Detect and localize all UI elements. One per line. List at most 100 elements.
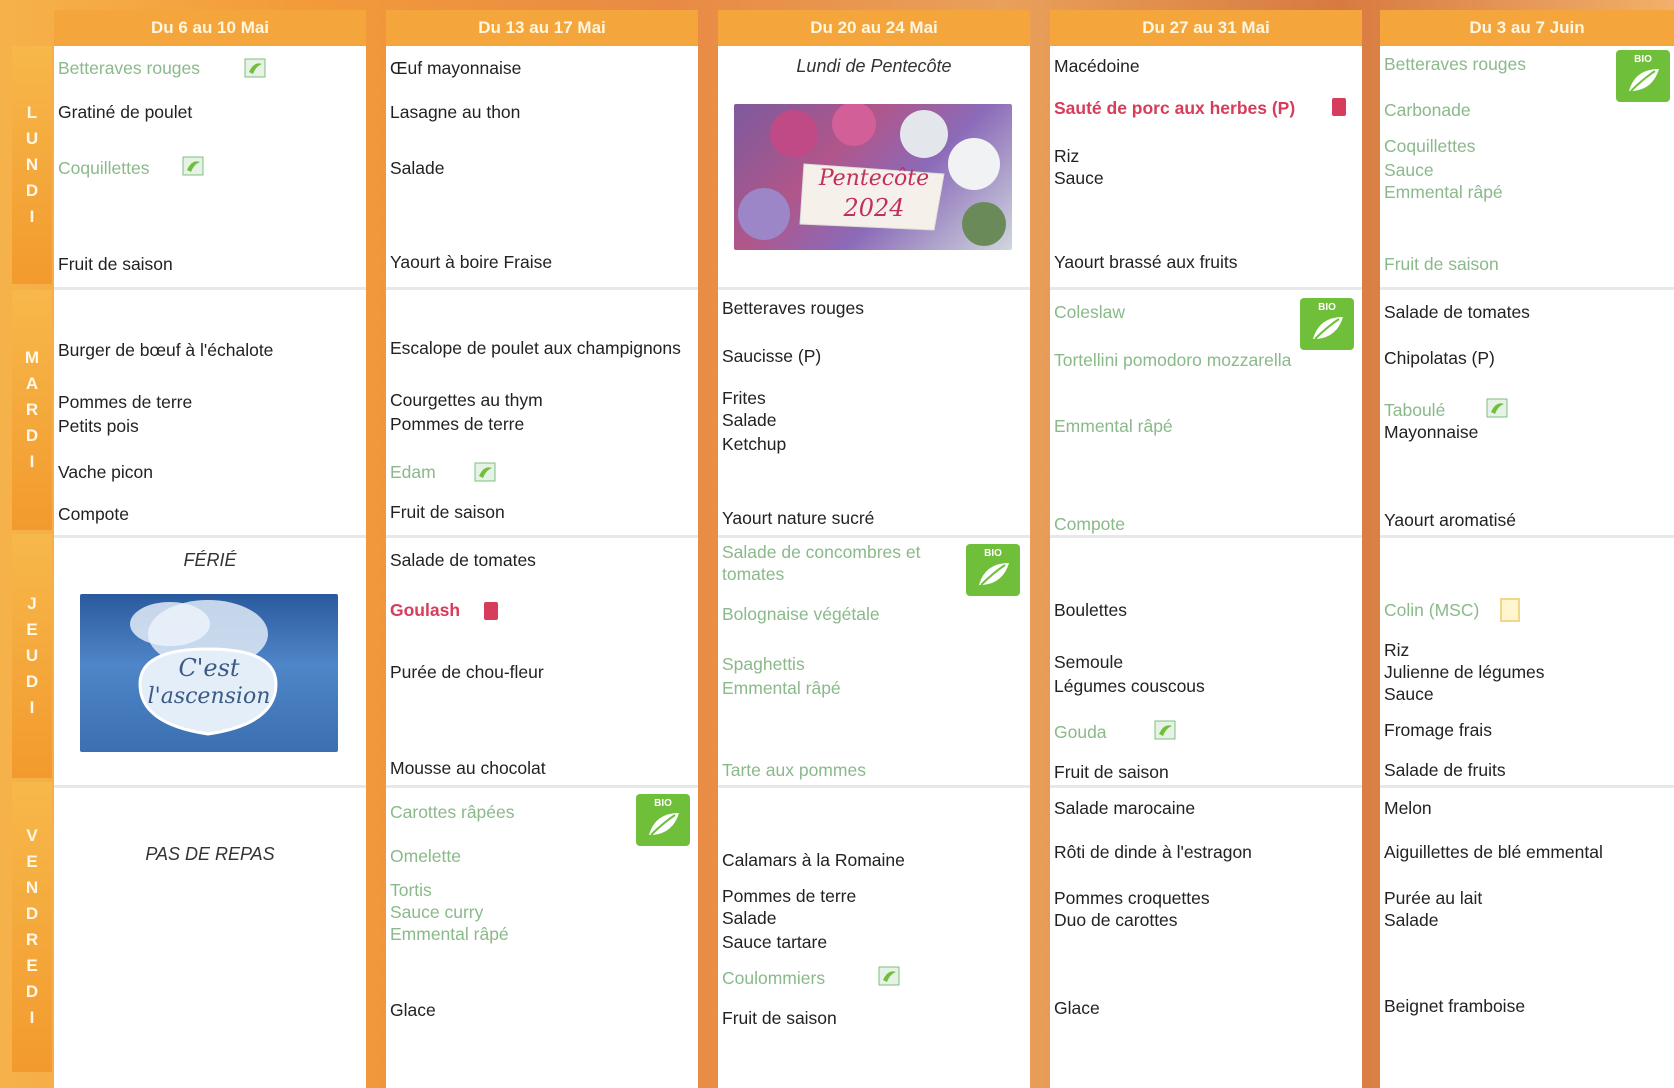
menu-item: Taboulé [1384, 400, 1446, 420]
menu-item: Compote [58, 504, 130, 524]
bio-badge: BIO [966, 544, 1020, 596]
menu-item: Pommes de terre [58, 392, 193, 412]
cell-mardi: Salade de tomates Chipolatas (P) Taboulé… [1380, 290, 1674, 538]
menu-item: Sauce curry [390, 902, 484, 922]
day-bar-lundi: LUNDI [12, 46, 52, 284]
pork-icon [484, 602, 498, 620]
menu-item: Pommes croquettes [1054, 888, 1210, 908]
menu-item: Boulettes [1054, 600, 1127, 620]
menu-item: Glace [1054, 998, 1100, 1018]
day-bar-mardi: MARDI [12, 290, 52, 530]
menu-item: Tarte aux pommes [722, 760, 866, 780]
menu-item: Betteraves rouges [1384, 54, 1527, 74]
menu-item-pork: Sauté de porc aux herbes (P) [1054, 98, 1296, 118]
menu-item: Pommes de terre [390, 414, 525, 434]
menu-item: Riz [1384, 640, 1410, 660]
menu-item: Gratiné de poulet [58, 102, 193, 122]
cell-mardi: Coleslaw BIO Tortellini pomodoro mozzare… [1050, 290, 1362, 538]
day-letter: L [26, 103, 38, 122]
day-letter: U [25, 129, 39, 148]
menu-item: Mousse au chocolat [390, 758, 546, 778]
pentecote-photo: Pentecôte 2024 [734, 104, 1012, 250]
local-leaf-icon [1486, 398, 1508, 423]
menu-item: Lasagne au thon [390, 102, 521, 122]
week-header: Du 20 au 24 Mai [718, 10, 1030, 46]
cell-mardi: Escalope de poulet aux champignons Courg… [386, 290, 698, 538]
day-letter: D [25, 672, 39, 691]
day-letter: N [25, 155, 39, 174]
menu-item: Ketchup [722, 434, 787, 454]
day-letter: U [25, 646, 39, 665]
day-letter: I [29, 1008, 35, 1027]
day-letter: D [25, 181, 39, 200]
week-column-2: Du 13 au 17 Mai Œuf mayonnaise Lasagne a… [386, 10, 698, 1088]
cell-jeudi: Salade de concombres et tomates BIO Bolo… [718, 538, 1030, 788]
menu-item: Fruit de saison [722, 1008, 837, 1028]
day-letter: E [26, 956, 38, 975]
menu-item: Fruit de saison [58, 254, 173, 274]
menu-item: Aiguillettes de blé emmental [1384, 842, 1603, 862]
menu-item: Edam [390, 462, 436, 482]
menu-item: Sauce [1054, 168, 1104, 188]
local-leaf-icon [182, 156, 204, 181]
school-lunch-menu: LUNDI MARDI JEUDI VENDREDI Du 6 au 10 Ma… [0, 0, 1674, 1088]
day-letter: A [25, 374, 39, 393]
cell-vendredi: Melon Aiguillettes de blé emmental Purée… [1380, 788, 1674, 1088]
cell-lundi: Œuf mayonnaise Lasagne au thon Salade Ya… [386, 46, 698, 290]
week-column-5: Du 3 au 7 Juin Betteraves rouges BIO Car… [1380, 10, 1674, 1088]
holiday-label: Lundi de Pentecôte [796, 56, 952, 76]
menu-item: Petits pois [58, 416, 139, 436]
menu-item: Salade de fruits [1384, 760, 1506, 780]
local-leaf-icon [878, 966, 900, 991]
pentecote-line-2: 2024 [843, 194, 905, 222]
day-letters: VENDREDI [26, 823, 38, 1031]
day-letters: JEUDI [26, 591, 38, 721]
menu-item: Riz [1054, 146, 1080, 166]
menu-item: Julienne de légumes [1384, 662, 1545, 682]
menu-item: Salade [1384, 910, 1439, 930]
ascension-line-1: C'est [178, 654, 240, 682]
pork-icon [1332, 98, 1346, 116]
menu-item: Fromage frais [1384, 720, 1492, 740]
menu-item: Emmental râpé [722, 678, 841, 698]
menu-item: Œuf mayonnaise [390, 58, 522, 78]
menu-item: Chipolatas (P) [1384, 348, 1495, 368]
day-letter: E [26, 620, 38, 639]
day-letter: D [25, 982, 39, 1001]
menu-item: Compote [1054, 514, 1126, 534]
menu-item: Tortis [390, 880, 432, 900]
menu-item: Frites [722, 388, 766, 408]
menu-item: Salade [722, 908, 777, 928]
day-letter: V [26, 826, 38, 845]
menu-item: Purée de chou-fleur [390, 662, 544, 682]
menu-item: Carottes râpées [390, 802, 515, 822]
bio-badge-label: BIO [1634, 54, 1652, 65]
menu-item: Calamars à la Romaine [722, 850, 905, 870]
day-letter: I [29, 452, 35, 471]
menu-item: Rôti de dinde à l'estragon [1054, 842, 1252, 862]
menu-item: Saucisse (P) [722, 346, 822, 366]
bio-badge: BIO [636, 794, 690, 846]
menu-item: Spaghettis [722, 654, 805, 674]
menu-item-pork: Goulash [390, 600, 461, 620]
day-bar-vendredi: VENDREDI [12, 782, 52, 1072]
ascension-line-2: l'ascension [147, 684, 271, 709]
week-header: Du 6 au 10 Mai [54, 10, 366, 46]
menu-item: Fruit de saison [390, 502, 505, 522]
day-letter: I [29, 207, 35, 226]
menu-item: Sauce tartare [722, 932, 828, 952]
day-letter: R [25, 930, 39, 949]
bio-badge: BIO [1300, 298, 1354, 350]
menu-item: Vache picon [58, 462, 154, 482]
week-header: Du 13 au 17 Mai [386, 10, 698, 46]
menu-item: Salade marocaine [1054, 798, 1196, 818]
cell-vendredi: PAS DE REPAS [54, 788, 366, 1088]
menu-item: Sauce [1384, 684, 1434, 704]
menu-item: Sauce [1384, 160, 1434, 180]
menu-item: Beignet framboise [1384, 996, 1526, 1016]
local-leaf-icon [244, 58, 266, 83]
cell-mardi: Burger de bœuf à l'échalote Pommes de te… [54, 290, 366, 538]
menu-item: Yaourt brassé aux fruits [1054, 252, 1238, 272]
menu-item: Courgettes au thym [390, 390, 543, 410]
menu-item: Carbonade [1384, 100, 1471, 120]
